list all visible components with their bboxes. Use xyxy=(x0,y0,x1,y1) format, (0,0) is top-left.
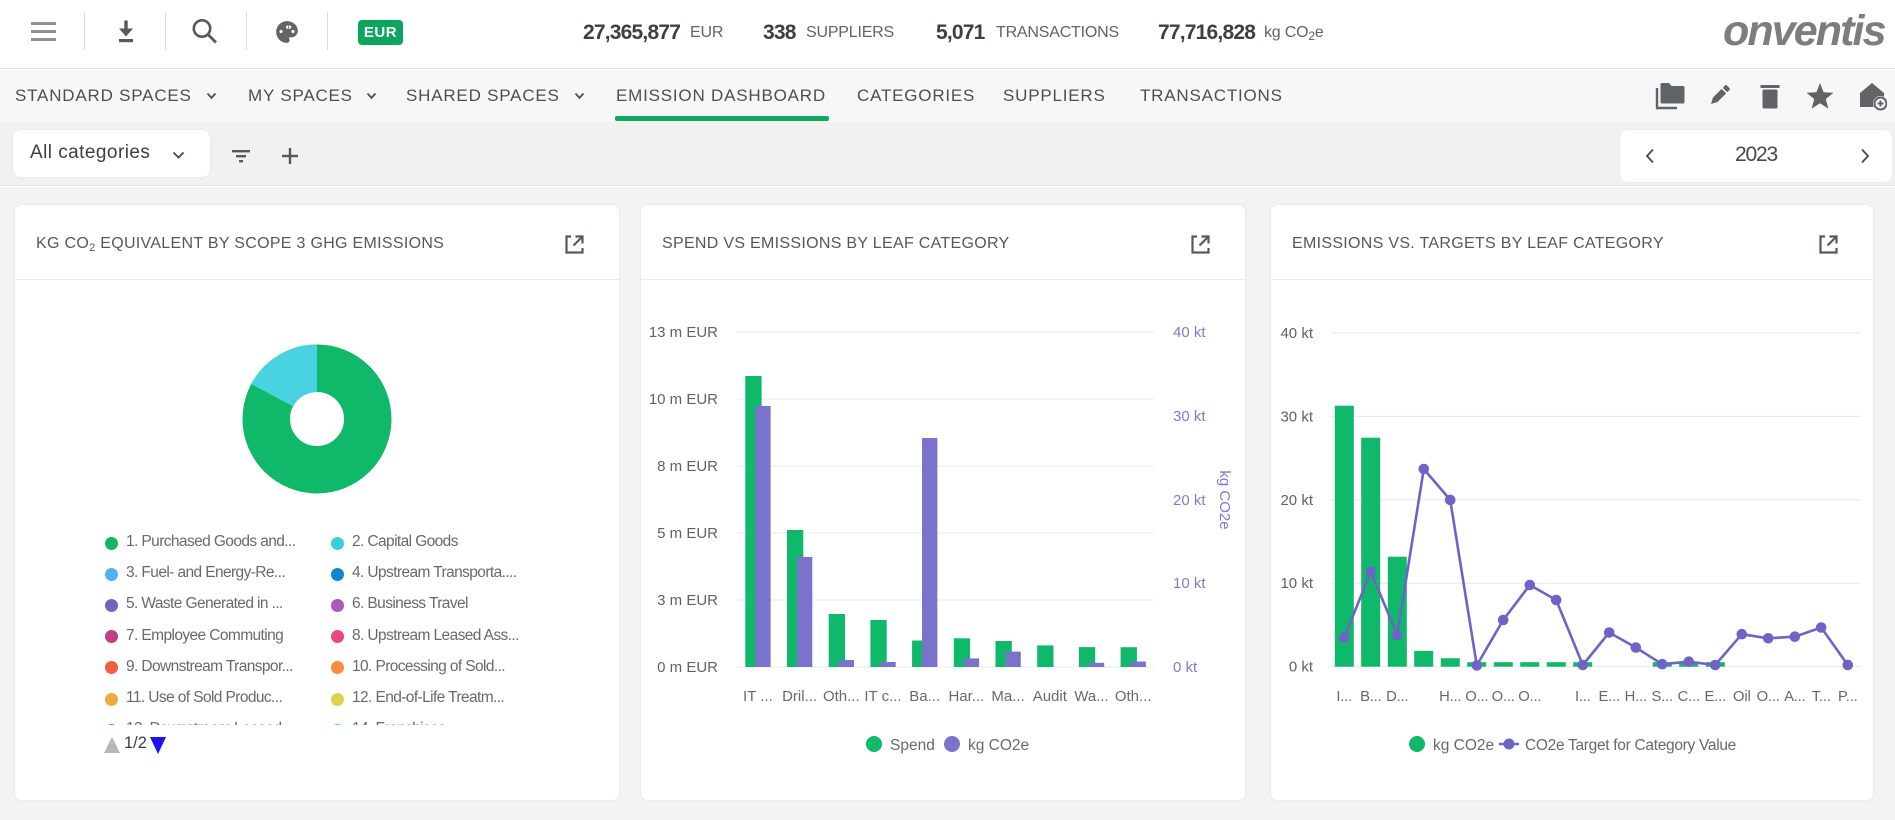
svg-text:P...: P... xyxy=(1838,689,1858,705)
svg-text:H...: H... xyxy=(1625,689,1647,705)
svg-text:3 m EUR: 3 m EUR xyxy=(657,592,718,609)
svg-text:B...: B... xyxy=(1360,689,1381,705)
svg-text:0 kt: 0 kt xyxy=(1289,659,1314,676)
svg-text:Dril...: Dril... xyxy=(782,688,817,705)
svg-text:30 kt: 30 kt xyxy=(1280,408,1313,425)
svg-text:H...: H... xyxy=(1439,689,1461,705)
svg-text:0 m EUR: 0 m EUR xyxy=(657,659,718,676)
svg-text:10 kt: 10 kt xyxy=(1280,575,1313,592)
svg-text:kg CO2e: kg CO2e xyxy=(1433,737,1494,754)
svg-text:Har...: Har... xyxy=(948,688,984,705)
svg-text:Oil: Oil xyxy=(1733,689,1750,705)
svg-text:40 kt: 40 kt xyxy=(1280,325,1313,342)
svg-text:0 kt: 0 kt xyxy=(1173,659,1198,676)
svg-text:I...: I... xyxy=(1575,689,1591,705)
svg-text:D...: D... xyxy=(1386,689,1408,705)
svg-text:30 kt: 30 kt xyxy=(1173,408,1206,425)
svg-text:8 m EUR: 8 m EUR xyxy=(657,458,718,475)
svg-text:Ba...: Ba... xyxy=(909,688,940,705)
svg-text:Audit: Audit xyxy=(1033,688,1068,705)
svg-text:20 kt: 20 kt xyxy=(1173,492,1206,509)
svg-text:5 m EUR: 5 m EUR xyxy=(657,525,718,542)
svg-text:E...: E... xyxy=(1598,689,1619,705)
svg-text:Oth...: Oth... xyxy=(1115,688,1152,705)
svg-text:S...: S... xyxy=(1651,689,1672,705)
svg-text:40 kt: 40 kt xyxy=(1173,324,1206,341)
svg-text:kg CO2e: kg CO2e xyxy=(968,737,1029,754)
svg-text:CO2e Target for Category Value: CO2e Target for Category Value xyxy=(1525,737,1736,754)
svg-text:10 m EUR: 10 m EUR xyxy=(649,391,718,408)
svg-text:O...: O... xyxy=(1492,689,1515,705)
svg-text:O...: O... xyxy=(1757,689,1780,705)
svg-text:O...: O... xyxy=(1465,689,1488,705)
svg-text:Oth...: Oth... xyxy=(823,688,860,705)
svg-text:Wa...: Wa... xyxy=(1074,688,1108,705)
svg-text:E...: E... xyxy=(1704,689,1725,705)
svg-text:Ma...: Ma... xyxy=(991,688,1024,705)
svg-text:IT ...: IT ... xyxy=(743,688,773,705)
svg-text:T...: T... xyxy=(1812,689,1831,705)
svg-text:10 kt: 10 kt xyxy=(1173,575,1206,592)
svg-text:C...: C... xyxy=(1678,689,1700,705)
svg-text:Spend: Spend xyxy=(890,737,935,754)
svg-text:A...: A... xyxy=(1784,689,1805,705)
svg-text:I...: I... xyxy=(1336,689,1352,705)
svg-text:IT c...: IT c... xyxy=(864,688,901,705)
svg-text:13 m EUR: 13 m EUR xyxy=(649,324,718,341)
svg-text:kg CO2e: kg CO2e xyxy=(1216,470,1233,529)
svg-text:20 kt: 20 kt xyxy=(1280,492,1313,509)
svg-text:O...: O... xyxy=(1518,689,1541,705)
